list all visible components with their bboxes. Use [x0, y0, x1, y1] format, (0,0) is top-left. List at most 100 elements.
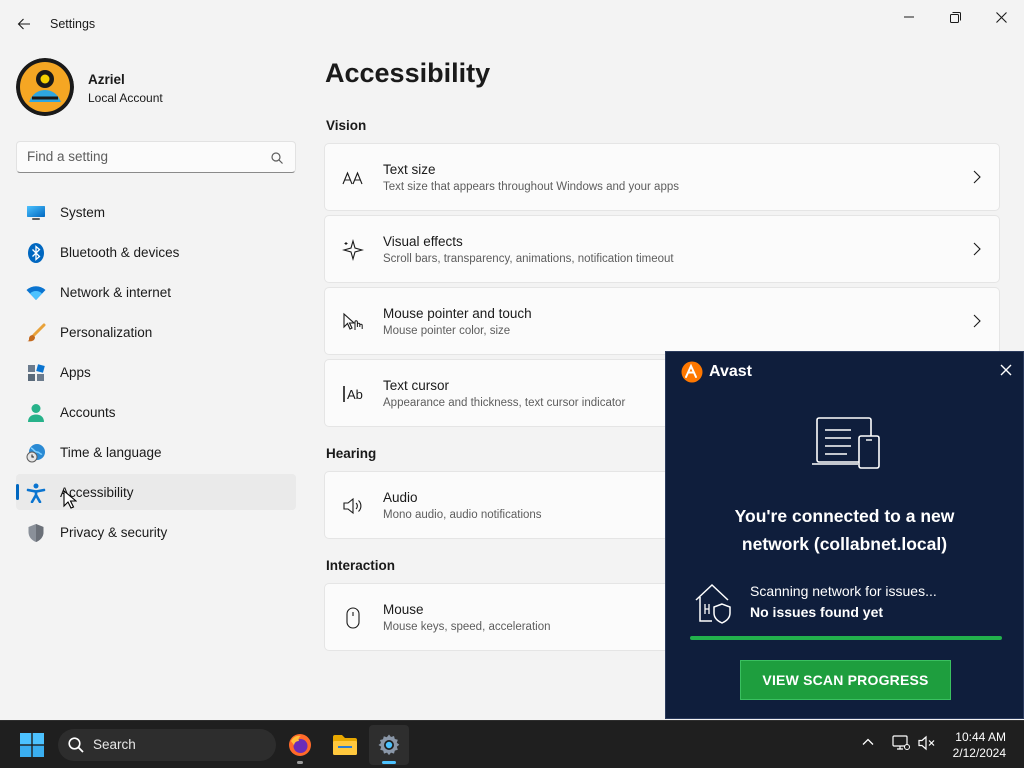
mouse-cursor-icon [63, 490, 77, 509]
volume-muted-icon [918, 735, 935, 751]
volume-button[interactable] [918, 735, 936, 756]
mouse-pointer-card[interactable]: Mouse pointer and touch Mouse pointer co… [324, 287, 1000, 355]
headline-line-2: network (collabnet.local) [741, 534, 948, 554]
active-indicator [382, 761, 396, 764]
sidebar-item-label: Time & language [60, 444, 162, 460]
account-type: Local Account [88, 91, 163, 105]
avatar-image [16, 58, 74, 116]
card-subtitle: Appearance and thickness, text cursor in… [383, 397, 626, 409]
search-icon[interactable] [271, 151, 283, 169]
text-cursor-icon: Ab [341, 382, 365, 406]
avatar [16, 58, 74, 116]
section-heading-vision: Vision [326, 118, 367, 133]
scan-status: Scanning network for issues... [750, 583, 937, 599]
sidebar-item-label: Accounts [60, 404, 116, 420]
sparkle-icon [341, 238, 365, 262]
card-subtitle: Mouse keys, speed, acceleration [383, 621, 551, 633]
sidebar-item-label: System [60, 204, 106, 220]
sidebar-item-privacy[interactable]: Privacy & security [16, 514, 296, 550]
avast-headline: You're connected to a new network (colla… [666, 502, 1023, 558]
bluetooth-icon [26, 243, 46, 263]
mouse-icon [341, 606, 365, 630]
network-wired-icon [892, 735, 910, 750]
wifi-icon [26, 283, 46, 303]
back-button[interactable] [10, 10, 38, 38]
page-title: Accessibility [325, 58, 491, 88]
sidebar-item-label: Apps [60, 364, 91, 380]
text-size-icon [341, 166, 365, 190]
network-status-button[interactable] [892, 735, 910, 756]
card-title: Mouse pointer and touch [383, 306, 532, 321]
shield-icon [26, 523, 46, 543]
taskbar-file-explorer[interactable] [325, 725, 365, 765]
show-hidden-icons-button[interactable] [861, 735, 875, 754]
section-heading-hearing: Hearing [326, 446, 377, 461]
title-bar: Settings [0, 0, 1024, 48]
text-size-card[interactable]: Text size Text size that appears through… [324, 143, 1000, 211]
scan-progress-bar [690, 636, 1002, 640]
apps-icon [26, 363, 46, 383]
sidebar-item-personalization[interactable]: Personalization [16, 314, 296, 350]
taskbar-search[interactable]: Search [58, 729, 276, 761]
search-input[interactable] [27, 149, 257, 164]
sidebar-item-accessibility[interactable]: Accessibility [16, 474, 296, 510]
card-subtitle: Text size that appears throughout Window… [383, 181, 679, 193]
chevron-right-icon [973, 242, 981, 261]
card-subtitle: Mono audio, audio notifications [383, 509, 542, 521]
sidebar-item-system[interactable]: System [16, 194, 296, 230]
sidebar-item-accounts[interactable]: Accounts [16, 394, 296, 430]
brush-icon [26, 323, 46, 343]
sidebar-item-apps[interactable]: Apps [16, 354, 296, 390]
running-indicator [297, 761, 303, 764]
taskbar-settings[interactable] [369, 725, 409, 765]
device-network-icon [811, 416, 881, 475]
back-arrow-icon [17, 18, 30, 30]
maximize-button[interactable] [932, 4, 978, 30]
settings-search[interactable] [16, 141, 296, 173]
chevron-up-icon [862, 738, 874, 745]
card-title: Audio [383, 490, 418, 505]
avast-close-button[interactable] [999, 363, 1015, 379]
scan-progress-fill [690, 636, 1002, 640]
folder-icon [333, 735, 357, 755]
gear-icon [378, 734, 400, 756]
avast-logo: Avast [681, 361, 752, 383]
windows-logo-icon [20, 733, 44, 757]
sidebar-item-network[interactable]: Network & internet [16, 274, 296, 310]
card-title: Text cursor [383, 378, 450, 393]
system-clock[interactable]: 10:44 AM 2/12/2024 [953, 729, 1006, 761]
pointer-touch-icon [341, 310, 365, 334]
avast-brand: Avast [709, 363, 752, 380]
section-heading-interaction: Interaction [326, 558, 396, 573]
taskbar-firefox[interactable] [280, 725, 320, 765]
card-title: Visual effects [383, 234, 463, 249]
accessibility-icon [26, 483, 46, 503]
globe-clock-icon [26, 443, 46, 463]
sidebar-nav: System Bluetooth & devices Network & int… [16, 194, 296, 554]
chevron-right-icon [973, 314, 981, 333]
monitor-icon [26, 203, 46, 223]
card-title: Text size [383, 162, 436, 177]
start-button[interactable] [20, 733, 44, 762]
sidebar-item-bluetooth[interactable]: Bluetooth & devices [16, 234, 296, 270]
headline-line-1: You're connected to a new [734, 506, 955, 526]
minimize-icon [904, 16, 914, 18]
minimize-button[interactable] [886, 4, 932, 30]
user-name: Azriel [88, 72, 125, 87]
scan-result: No issues found yet [750, 604, 884, 620]
taskbar: Search 10:44 AM 2/12/2024 [0, 720, 1024, 768]
card-subtitle: Scroll bars, transparency, animations, n… [383, 253, 674, 265]
sidebar-item-label: Privacy & security [60, 524, 168, 540]
firefox-icon [289, 734, 311, 756]
visual-effects-card[interactable]: Visual effects Scroll bars, transparency… [324, 215, 1000, 283]
app-title: Settings [50, 17, 96, 31]
view-scan-progress-button[interactable]: VIEW SCAN PROGRESS [740, 660, 951, 700]
card-subtitle: Mouse pointer color, size [383, 325, 511, 337]
selection-indicator [16, 484, 19, 500]
avast-notification: Avast You're connected to a new network … [665, 351, 1024, 719]
speaker-icon [341, 494, 365, 518]
user-profile[interactable]: Azriel Local Account [16, 58, 296, 118]
home-shield-icon [694, 582, 734, 629]
close-button[interactable] [978, 4, 1024, 30]
sidebar-item-time-language[interactable]: Time & language [16, 434, 296, 470]
